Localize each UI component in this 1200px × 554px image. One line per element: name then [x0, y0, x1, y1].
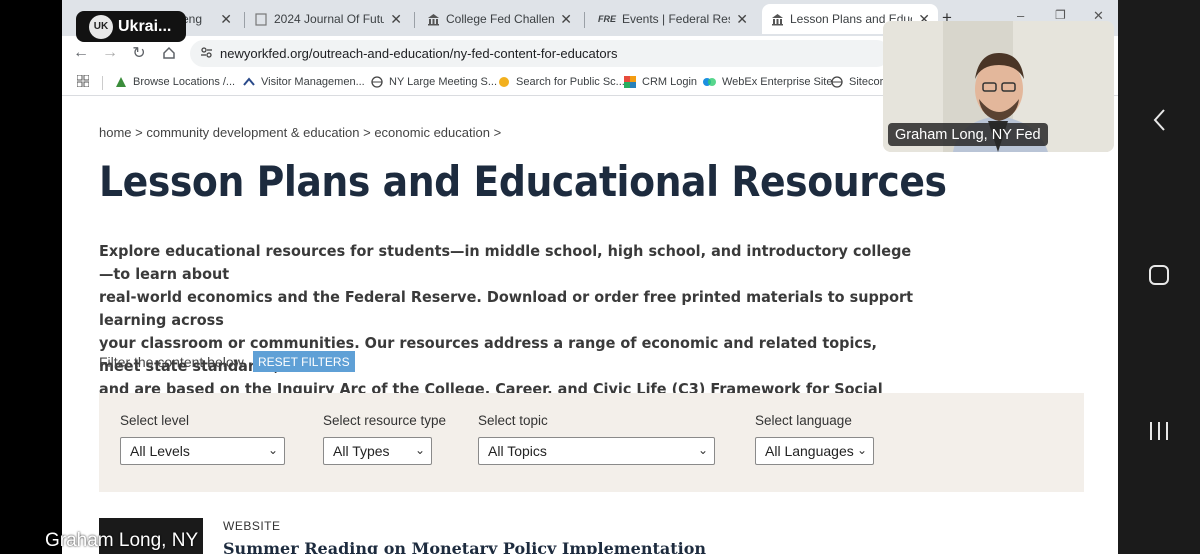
restore-button[interactable]: ❐: [1055, 8, 1066, 22]
bookmark-label: CRM Login: [642, 75, 698, 88]
android-nav-bar: [1118, 0, 1200, 554]
page-title: Lesson Plans and Educational Resources: [99, 157, 947, 206]
bookmark-sitecore[interactable]: Sitecore: [830, 75, 889, 88]
resource-type-label: Select resource type: [323, 413, 447, 428]
doc-icon: [254, 12, 268, 26]
tab-title: College Fed Challenge - F: [446, 12, 555, 26]
close-tab-icon[interactable]: ✕: [390, 11, 402, 28]
back-arrow-icon[interactable]: ←: [70, 42, 92, 64]
globe-icon: [370, 75, 383, 88]
result-type: WEBSITE: [223, 519, 281, 533]
bookmark-search-public-schools[interactable]: Search for Public Sc...: [497, 75, 625, 88]
speaker-name-label: Graham Long, NY Fed: [888, 123, 1048, 146]
web-page: home > community development & education…: [62, 97, 1118, 554]
home-square-icon[interactable]: [1118, 262, 1200, 288]
tab-title: Events | Federal Reserve E: [622, 12, 730, 26]
bookmark-visitor-management[interactable]: Visitor Managemen...: [242, 75, 365, 88]
chevron-down-icon: ⌄: [697, 443, 708, 457]
chevron-down-icon: ⌄: [414, 443, 425, 457]
participant-name: Ukrai...: [118, 17, 172, 35]
tab-journal[interactable]: 2024 Journal Of Future Ec ✕: [246, 4, 410, 34]
reload-icon[interactable]: ↻: [128, 42, 150, 64]
apps-grid-icon[interactable]: [77, 75, 89, 87]
resource-type-select[interactable]: All Types ⌄: [323, 437, 432, 465]
tab-college-fed-challenge-f[interactable]: College Fed Challenge - F ✕: [418, 4, 580, 34]
bookmark-label: Browse Locations /...: [133, 75, 236, 88]
tab-title: 2024 Journal Of Future Ec: [274, 12, 385, 26]
intro-line: Explore educational resources for studen…: [99, 242, 912, 283]
bookmark-webex[interactable]: WebEx Enterprise Site: [703, 75, 832, 88]
bookmark-ny-large-meeting[interactable]: NY Large Meeting S...: [370, 75, 497, 88]
reset-filters-button[interactable]: RESET FILTERS: [253, 351, 355, 372]
url-text: newyorkfed.org/outreach-and-education/ny…: [220, 46, 618, 61]
home-icon[interactable]: [158, 42, 180, 64]
recents-icon[interactable]: [1118, 418, 1200, 444]
location-icon: [114, 75, 127, 88]
bookmark-label: Visitor Managemen...: [261, 75, 365, 88]
level-label: Select level: [120, 413, 190, 428]
address-bar[interactable]: newyorkfed.org/outreach-and-education/ny…: [190, 40, 890, 67]
chevron-down-icon: ⌄: [267, 443, 278, 457]
search-school-icon: [497, 75, 510, 88]
bookmark-label: Search for Public Sc...: [516, 75, 625, 88]
crm-icon: [623, 75, 636, 88]
bookmark-label: NY Large Meeting S...: [389, 75, 498, 88]
level-select-value: All Levels: [130, 443, 190, 459]
tab-events[interactable]: FRE Events | Federal Reserve E ✕: [590, 4, 756, 34]
close-tab-icon[interactable]: ✕: [560, 11, 572, 28]
language-select-value: All Languages: [765, 443, 854, 459]
filter-label: Filter the content below: [99, 354, 244, 370]
chevron-down-icon: ⌄: [856, 443, 867, 457]
close-tab-icon[interactable]: ✕: [736, 11, 748, 28]
bookmark-label: WebEx Enterprise Site: [722, 75, 833, 88]
webex-icon: [703, 75, 716, 88]
site-info-icon[interactable]: [200, 46, 213, 62]
bookmark-crm-login[interactable]: CRM Login: [623, 75, 697, 88]
breadcrumb[interactable]: home > community development & education…: [99, 125, 501, 140]
forward-arrow-icon[interactable]: →: [99, 42, 121, 64]
visitor-icon: [242, 75, 255, 88]
bookmark-browse-locations[interactable]: Browse Locations /...: [114, 75, 235, 88]
topic-select[interactable]: All Topics ⌄: [478, 437, 715, 465]
filter-panel: Select level All Levels ⌄ Select resourc…: [99, 393, 1084, 492]
language-select[interactable]: All Languages ⌄: [755, 437, 874, 465]
fre-icon: FRE: [598, 14, 616, 24]
globe-icon: [830, 75, 843, 88]
back-chevron-icon[interactable]: [1118, 105, 1200, 135]
close-tab-icon[interactable]: ✕: [220, 11, 232, 28]
self-view-name-label: Graham Long, NY: [45, 530, 199, 551]
meeting-participant-badge[interactable]: UK Ukrai...: [76, 11, 186, 42]
intro-line: real-world economics and the Federal Res…: [99, 288, 913, 329]
resource-type-select-value: All Types: [333, 443, 390, 459]
topic-select-value: All Topics: [488, 443, 547, 459]
level-select[interactable]: All Levels ⌄: [120, 437, 285, 465]
topic-label: Select topic: [478, 413, 548, 428]
result-title-link[interactable]: Summer Reading on Monetary Policy Implem…: [223, 539, 706, 554]
fed-icon: [426, 12, 440, 26]
language-label: Select language: [755, 413, 852, 428]
fed-icon: [770, 12, 784, 26]
avatar: UK: [89, 14, 113, 39]
